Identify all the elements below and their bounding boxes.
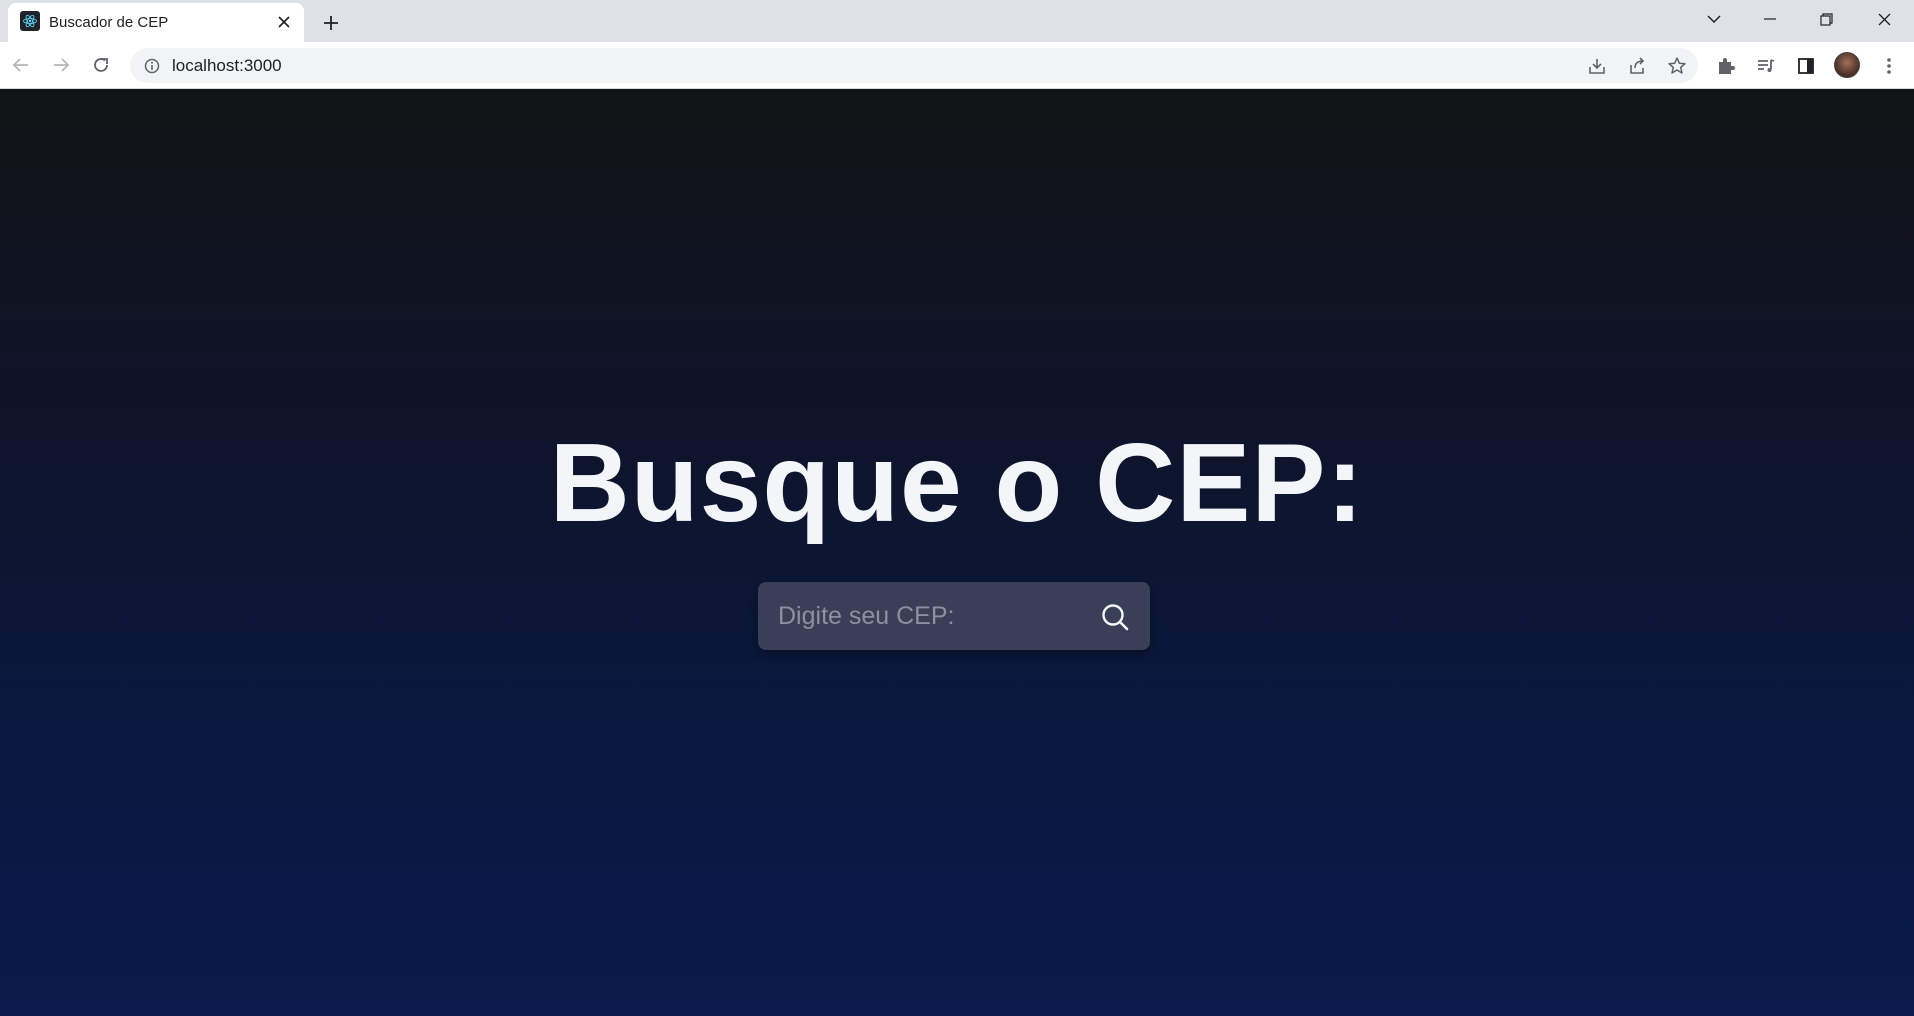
media-queue-icon[interactable] (1753, 53, 1779, 79)
cep-search-box (758, 582, 1150, 650)
star-icon[interactable] (1665, 54, 1689, 78)
install-app-icon[interactable] (1585, 54, 1609, 78)
close-tab-icon[interactable] (274, 12, 294, 32)
page-viewport: Busque o CEP: (0, 89, 1914, 1016)
reload-icon[interactable] (86, 50, 116, 80)
minimize-icon[interactable] (1742, 0, 1798, 38)
tab-search-chevron-icon[interactable] (1686, 0, 1742, 38)
page-title: Busque o CEP: (549, 421, 1365, 545)
back-arrow-icon[interactable] (6, 50, 36, 80)
profile-avatar[interactable] (1834, 52, 1860, 78)
url-text[interactable]: localhost:3000 (172, 56, 282, 76)
side-panel-icon[interactable] (1793, 53, 1819, 79)
tab-strip: Buscador de CEP (0, 0, 1914, 42)
new-tab-icon[interactable] (318, 10, 344, 36)
address-bar[interactable]: localhost:3000 (130, 48, 1698, 83)
react-icon (20, 11, 40, 31)
cep-input[interactable] (776, 594, 1076, 638)
puzzle-icon[interactable] (1713, 53, 1739, 79)
browser-tab[interactable]: Buscador de CEP (8, 3, 304, 42)
share-icon[interactable] (1625, 54, 1649, 78)
search-icon[interactable] (1098, 600, 1132, 634)
tab-title: Buscador de CEP (49, 14, 169, 31)
close-window-icon[interactable] (1856, 0, 1912, 38)
restore-icon[interactable] (1798, 0, 1854, 38)
browser-toolbar: localhost:3000 (0, 42, 1914, 89)
info-icon[interactable] (143, 57, 160, 74)
forward-arrow-icon[interactable] (46, 50, 76, 80)
kebab-menu-icon[interactable] (1876, 53, 1902, 79)
